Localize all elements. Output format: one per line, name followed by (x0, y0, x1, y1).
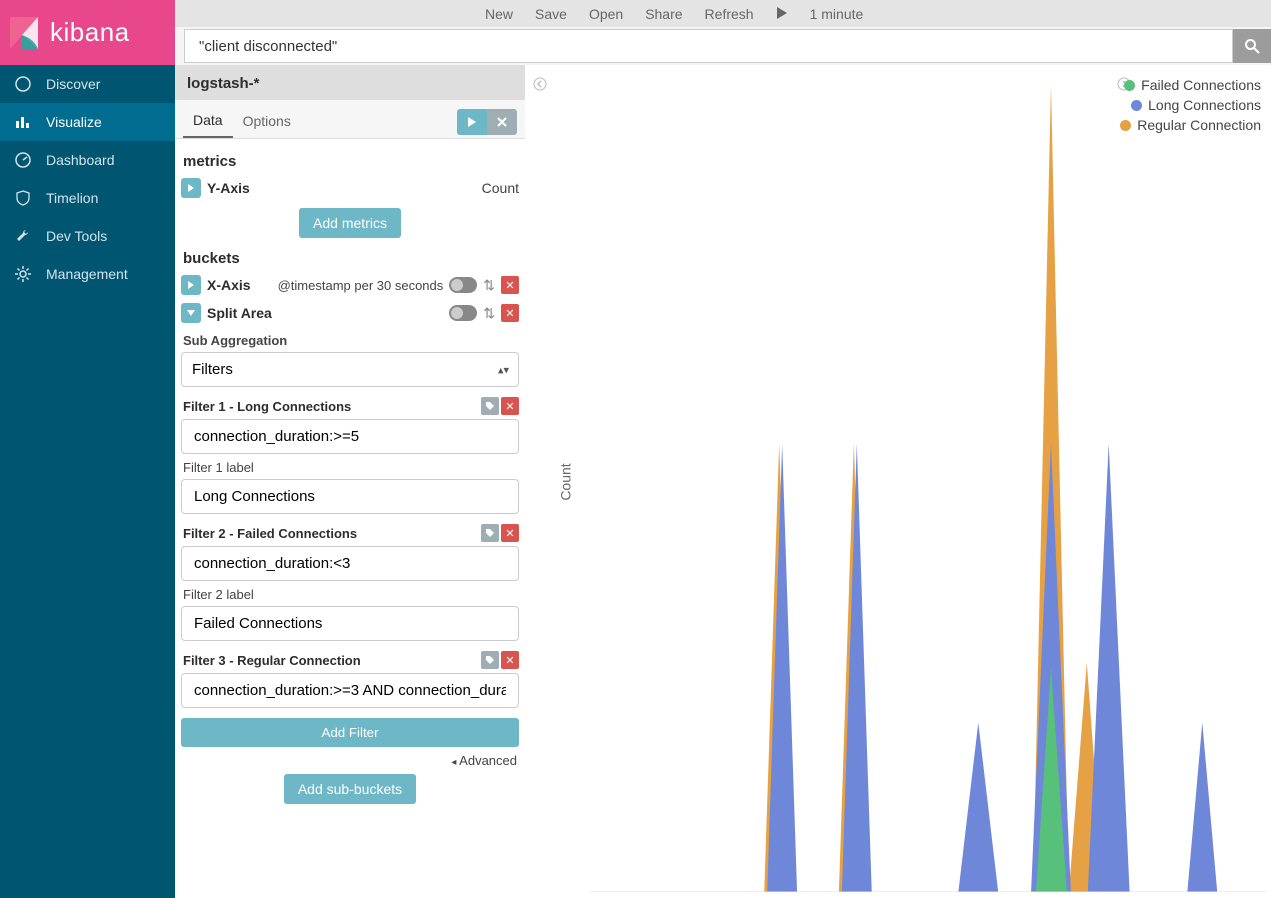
filter-1-label-toggle[interactable] (481, 397, 499, 415)
nav-timelion[interactable]: Timelion (0, 179, 175, 217)
nav-devtools-label: Dev Tools (46, 228, 107, 244)
nav-dashboard[interactable]: Dashboard (0, 141, 175, 179)
chart-plot[interactable] (590, 75, 1267, 892)
search-icon (1244, 38, 1260, 54)
refresh-interval[interactable]: 1 minute (810, 6, 864, 22)
xaxis-agg-value: @timestamp per 30 seconds (278, 278, 444, 293)
compass-icon (14, 75, 32, 93)
save-link[interactable]: Save (535, 6, 567, 22)
filter-1-query-input[interactable] (181, 419, 519, 454)
nav-management[interactable]: Management (0, 255, 175, 293)
chevron-left-circle-icon (533, 77, 547, 91)
buckets-heading: buckets (181, 244, 519, 271)
caret-right-icon (187, 184, 195, 192)
filter-3-query-input[interactable] (181, 673, 519, 708)
search-button[interactable] (1233, 29, 1271, 63)
gear-icon (14, 265, 32, 283)
nav-discover[interactable]: Discover (0, 65, 175, 103)
kibana-logo-text: kibana (50, 17, 130, 48)
filter-3-remove-button[interactable]: ✕ (501, 651, 519, 669)
add-metrics-button[interactable]: Add metrics (299, 208, 401, 238)
xaxis-enable-toggle[interactable] (449, 277, 477, 293)
close-icon (497, 117, 507, 127)
yaxis-label: Y-Axis (207, 180, 250, 196)
tab-options[interactable]: Options (233, 107, 301, 137)
nav-timelion-label: Timelion (46, 190, 98, 206)
filter-2-label-input[interactable] (181, 606, 519, 641)
share-link[interactable]: Share (645, 6, 682, 22)
sub-aggregation-label: Sub Aggregation (181, 327, 519, 352)
xaxis-remove-button[interactable]: ✕ (501, 276, 519, 294)
search-input[interactable] (184, 29, 1233, 63)
tab-data[interactable]: Data (183, 106, 233, 138)
apply-changes-button[interactable] (457, 109, 487, 135)
filter-2-label-caption: Filter 2 label (181, 581, 519, 606)
kibana-logo[interactable]: kibana (0, 0, 175, 65)
tag-icon (485, 401, 495, 411)
side-nav: Discover Visualize Dashboard Timelion De… (0, 65, 175, 898)
tag-icon (485, 528, 495, 538)
filter-2-label-toggle[interactable] (481, 524, 499, 542)
advanced-toggle[interactable]: Advanced (181, 747, 519, 768)
split-area-enable-toggle[interactable] (449, 305, 477, 321)
split-area-toggle[interactable] (181, 303, 201, 323)
sub-aggregation-select[interactable]: Filters (181, 352, 519, 387)
filter-1-label-caption: Filter 1 label (181, 454, 519, 479)
play-icon (467, 117, 477, 127)
caret-down-icon (187, 309, 195, 317)
visualize-config-panel: logstash-* Data Options metrics Y-Axis C… (175, 65, 525, 898)
nav-management-label: Management (46, 266, 128, 282)
split-area-remove-button[interactable]: ✕ (501, 304, 519, 322)
yaxis-toggle[interactable] (181, 178, 201, 198)
top-toolbar: New Save Open Share Refresh 1 minute (175, 0, 1271, 27)
metrics-heading: metrics (181, 147, 519, 174)
add-sub-buckets-button[interactable]: Add sub-buckets (284, 774, 416, 804)
nav-devtools[interactable]: Dev Tools (0, 217, 175, 255)
filter-3-heading: Filter 3 - Regular Connection (183, 653, 361, 668)
xaxis-toggle[interactable] (181, 275, 201, 295)
xaxis-priority-handle[interactable]: ⇅ (483, 277, 495, 294)
nav-visualize[interactable]: Visualize (0, 103, 175, 141)
caret-right-icon (187, 281, 195, 289)
config-tabs: Data Options (175, 100, 525, 139)
refresh-link[interactable]: Refresh (705, 6, 754, 22)
split-area-row: Split Area ⇅ ✕ (181, 299, 519, 327)
visualization-canvas: Failed Connections Long Connections Regu… (525, 65, 1271, 898)
nav-discover-label: Discover (46, 76, 100, 92)
shield-icon (14, 189, 32, 207)
split-area-priority-handle[interactable]: ⇅ (483, 305, 495, 322)
nav-visualize-label: Visualize (46, 114, 102, 130)
tag-icon (485, 655, 495, 665)
filter-1-remove-button[interactable]: ✕ (501, 397, 519, 415)
collapse-editor-button[interactable] (533, 77, 547, 94)
chart-ylabel: Count (558, 463, 574, 500)
bar-chart-icon (14, 113, 32, 131)
yaxis-agg-value: Count (482, 180, 519, 196)
filter-2-heading: Filter 2 - Failed Connections (183, 526, 357, 541)
yaxis-row: Y-Axis Count (181, 174, 519, 202)
gauge-icon (14, 151, 32, 169)
autorefresh-play-icon[interactable] (776, 6, 788, 22)
filter-2-remove-button[interactable]: ✕ (501, 524, 519, 542)
filter-2-query-input[interactable] (181, 546, 519, 581)
filter-3-label-toggle[interactable] (481, 651, 499, 669)
xaxis-row: X-Axis @timestamp per 30 seconds ⇅ ✕ (181, 271, 519, 299)
wrench-icon (14, 227, 32, 245)
new-link[interactable]: New (485, 6, 513, 22)
filter-1-heading: Filter 1 - Long Connections (183, 399, 351, 414)
kibana-logo-icon (8, 15, 44, 51)
add-filter-button[interactable]: Add Filter (181, 718, 519, 747)
xaxis-label: X-Axis (207, 277, 251, 293)
index-pattern-title[interactable]: logstash-* (175, 65, 525, 100)
split-area-label: Split Area (207, 305, 272, 321)
search-bar (184, 29, 1271, 63)
nav-dashboard-label: Dashboard (46, 152, 115, 168)
open-link[interactable]: Open (589, 6, 623, 22)
filter-1-label-input[interactable] (181, 479, 519, 514)
discard-changes-button[interactable] (487, 109, 517, 135)
